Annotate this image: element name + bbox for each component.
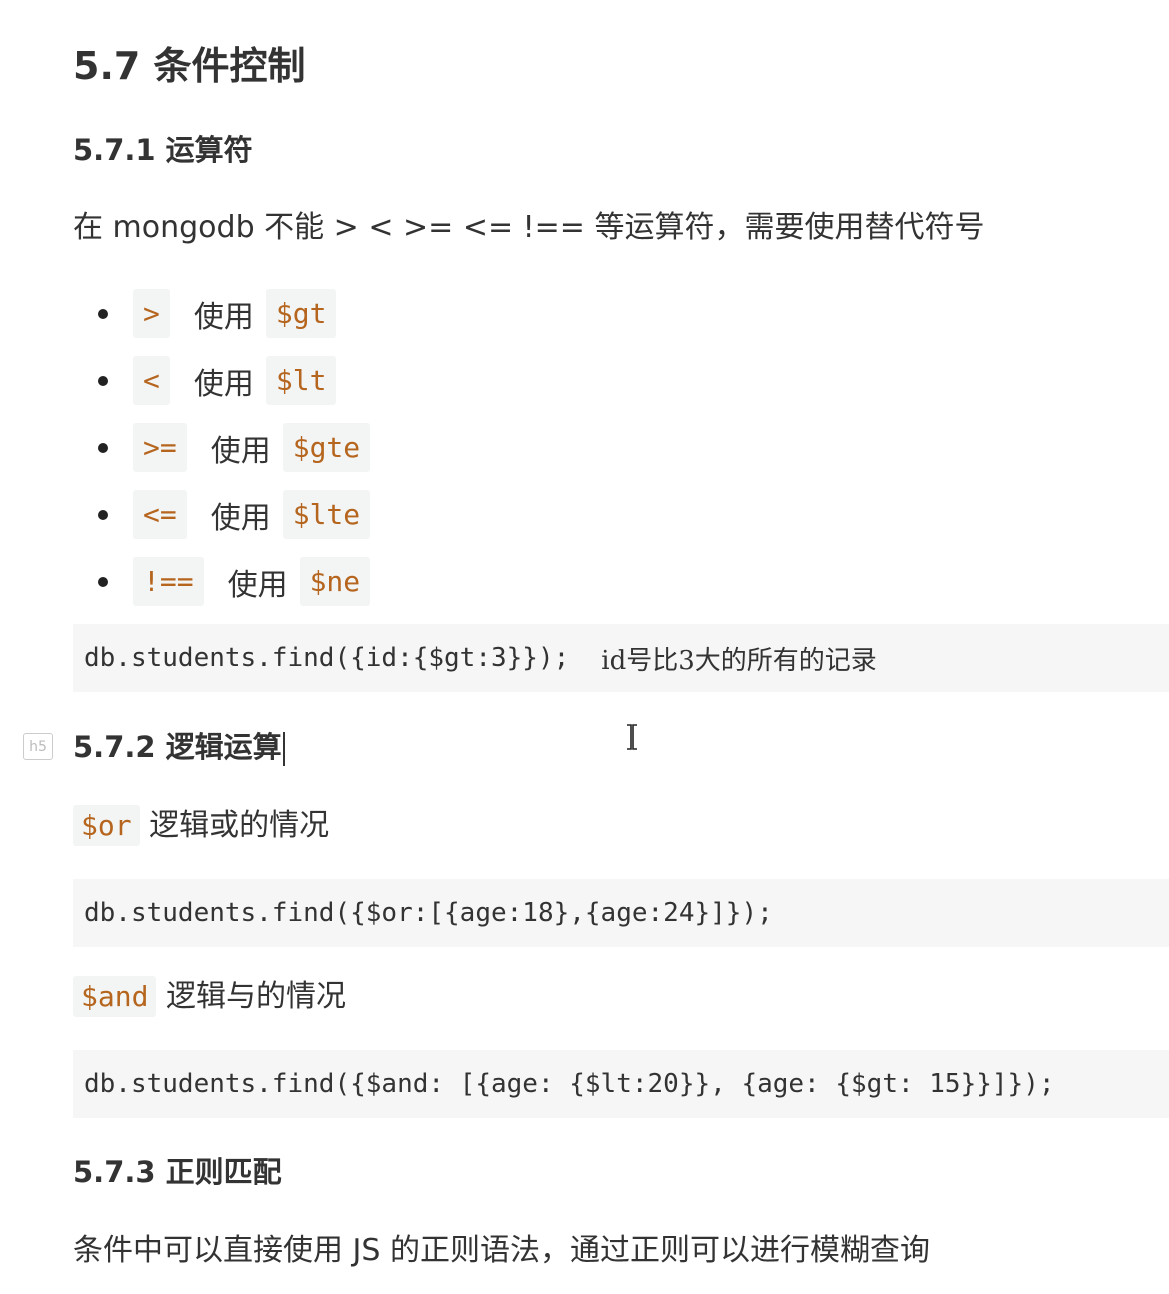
code-line: db.students.find({$or:[{age:18},{age:24}… xyxy=(84,898,773,928)
operator-replacement: $ne xyxy=(299,557,371,606)
logic-heading-text: 5.7.2 逻辑运算 xyxy=(73,730,282,764)
bullet-icon xyxy=(98,509,108,520)
section-title: 5.7 条件控制 xyxy=(73,44,306,88)
code-comment: id号比3大的所有的记录 xyxy=(601,645,877,676)
and-paragraph: $and 逻辑与的情况 xyxy=(73,975,346,1019)
code-line: db.students.find({$and: [{age: {$lt:20}}… xyxy=(84,1069,1055,1099)
text-cursor-icon xyxy=(627,724,637,750)
operator-replacement: $lte xyxy=(282,490,371,539)
bullet-icon xyxy=(98,442,108,453)
operator-replacement: $lt xyxy=(265,356,337,405)
operator-symbol: !== xyxy=(133,557,204,606)
heading-level-badge: h5 xyxy=(23,733,53,760)
list-item: >= 使用 $gte xyxy=(98,414,371,481)
or-description: 逻辑或的情况 xyxy=(149,808,330,843)
list-item: > 使用 $gt xyxy=(98,280,370,347)
or-paragraph: $or 逻辑或的情况 xyxy=(73,804,329,848)
operator-use-label: 使用 xyxy=(227,567,288,603)
logic-heading[interactable]: 5.7.2 逻辑运算 xyxy=(73,727,285,767)
and-keyword: $and xyxy=(73,976,157,1017)
operator-replacement: $gte xyxy=(282,423,371,472)
operator-symbol: > xyxy=(133,289,170,338)
text-caret xyxy=(282,732,285,766)
operator-use-label: 使用 xyxy=(210,433,271,469)
operator-use-label: 使用 xyxy=(193,366,254,402)
operators-intro: 在 mongodb 不能 > < >= <= !== 等运算符，需要使用替代符号 xyxy=(73,210,985,245)
code-block[interactable]: db.students.find({id:{$gt:3}}); id号比3大的所… xyxy=(73,624,1169,692)
code-block[interactable]: db.students.find({$or:[{age:18},{age:24}… xyxy=(73,879,1169,947)
bullet-icon xyxy=(98,375,108,386)
list-item: < 使用 $lt xyxy=(98,347,370,414)
operator-list: > 使用 $gt < 使用 $lt >= 使用 $gte <= 使用 $lte … xyxy=(98,280,371,615)
or-keyword: $or xyxy=(73,805,140,846)
regex-intro: 条件中可以直接使用 JS 的正则语法，通过正则可以进行模糊查询 xyxy=(73,1233,930,1268)
and-description: 逻辑与的情况 xyxy=(165,979,346,1014)
operator-replacement: $gt xyxy=(265,289,337,338)
operators-heading: 5.7.1 运算符 xyxy=(73,133,253,167)
list-item: <= 使用 $lte xyxy=(98,481,371,548)
bullet-icon xyxy=(98,576,108,587)
operator-use-label: 使用 xyxy=(193,299,254,335)
code-line: db.students.find({id:{$gt:3}}); xyxy=(84,643,570,673)
operator-symbol: <= xyxy=(133,490,187,539)
operator-use-label: 使用 xyxy=(210,500,271,536)
bullet-icon xyxy=(98,308,108,319)
operator-symbol: >= xyxy=(133,423,187,472)
document-body: 5.7 条件控制 5.7.1 运算符 在 mongodb 不能 > < >= <… xyxy=(0,0,1169,1294)
code-block[interactable]: db.students.find({$and: [{age: {$lt:20}}… xyxy=(73,1050,1169,1118)
operator-symbol: < xyxy=(133,356,170,405)
regex-heading: 5.7.3 正则匹配 xyxy=(73,1155,282,1189)
list-item: !== 使用 $ne xyxy=(98,548,371,615)
